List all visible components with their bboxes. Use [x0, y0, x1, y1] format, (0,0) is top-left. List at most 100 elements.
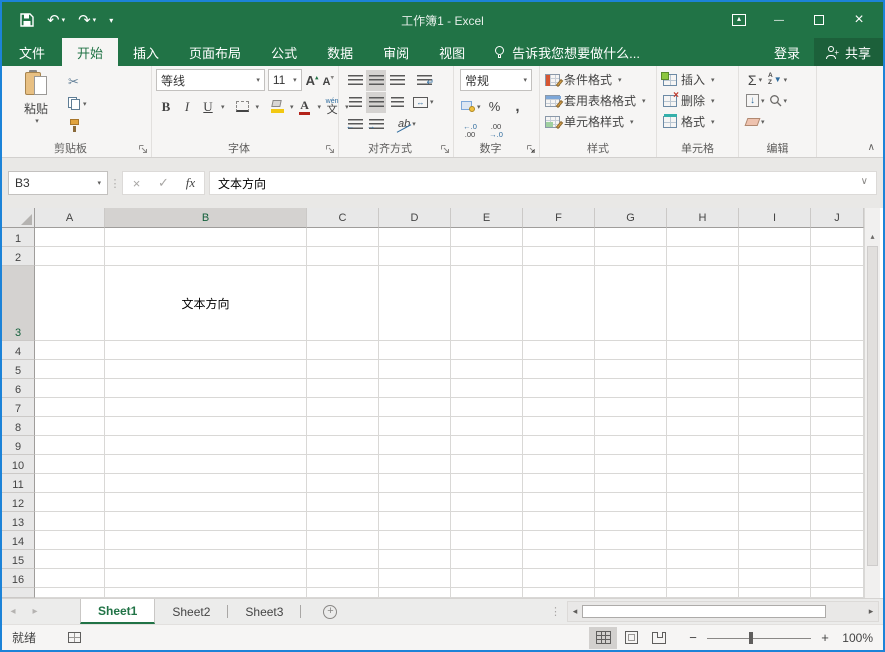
- cell[interactable]: [307, 569, 379, 588]
- cell[interactable]: [667, 266, 739, 341]
- increase-decimal-button[interactable]: ←.0.00: [460, 120, 480, 141]
- cell[interactable]: [307, 550, 379, 569]
- format-cells-button[interactable]: 格式 ▾: [663, 111, 734, 132]
- active-cell[interactable]: 文本方向: [105, 266, 307, 341]
- cell[interactable]: [523, 588, 595, 598]
- cell[interactable]: [105, 512, 307, 531]
- cell[interactable]: [379, 550, 451, 569]
- expand-formula-bar-icon[interactable]: ∨: [861, 176, 868, 187]
- cell[interactable]: [451, 474, 523, 493]
- scroll-up-button[interactable]: ▴: [865, 228, 880, 245]
- row-header[interactable]: 14: [2, 531, 35, 550]
- cell[interactable]: [739, 436, 811, 455]
- row-header[interactable]: 15: [2, 550, 35, 569]
- cell[interactable]: [811, 531, 864, 550]
- cell[interactable]: [667, 417, 739, 436]
- cell[interactable]: [811, 247, 864, 266]
- cell[interactable]: [307, 247, 379, 266]
- cell[interactable]: [379, 436, 451, 455]
- row-header[interactable]: 13: [2, 512, 35, 531]
- redo-button[interactable]: ↷ ▾: [78, 13, 96, 28]
- tab-formulas[interactable]: 公式: [256, 38, 312, 66]
- cell[interactable]: [667, 512, 739, 531]
- share-button[interactable]: + 共享: [814, 38, 883, 66]
- cell[interactable]: [811, 550, 864, 569]
- cell[interactable]: [307, 531, 379, 550]
- accounting-format-button[interactable]: ▾: [460, 96, 482, 117]
- cell[interactable]: [35, 531, 105, 550]
- minimize-button[interactable]: —: [759, 2, 799, 38]
- sign-in-button[interactable]: 登录: [760, 38, 814, 66]
- cell[interactable]: [667, 550, 739, 569]
- cell[interactable]: [379, 398, 451, 417]
- cell[interactable]: [739, 569, 811, 588]
- cell[interactable]: [811, 493, 864, 512]
- row-header[interactable]: 5: [2, 360, 35, 379]
- cell[interactable]: [595, 474, 667, 493]
- cell[interactable]: [811, 569, 864, 588]
- zoom-in-button[interactable]: +: [819, 630, 831, 645]
- horizontal-scrollbar[interactable]: ◂ ▸: [567, 601, 879, 622]
- cell[interactable]: [35, 228, 105, 247]
- row-header[interactable]: 10: [2, 455, 35, 474]
- tab-file[interactable]: 文件: [2, 38, 62, 66]
- cell[interactable]: [451, 588, 523, 598]
- cell[interactable]: [451, 247, 523, 266]
- cell[interactable]: [35, 436, 105, 455]
- cell[interactable]: [307, 360, 379, 379]
- bold-button[interactable]: B: [156, 96, 176, 117]
- cell[interactable]: [595, 588, 667, 598]
- column-header[interactable]: D: [379, 208, 451, 228]
- add-sheet-button[interactable]: +: [323, 599, 337, 624]
- tab-review[interactable]: 审阅: [368, 38, 424, 66]
- column-header[interactable]: A: [35, 208, 105, 228]
- cell[interactable]: [739, 493, 811, 512]
- row-header[interactable]: [2, 588, 35, 598]
- row-header[interactable]: 6: [2, 379, 35, 398]
- cell[interactable]: [667, 493, 739, 512]
- column-header[interactable]: J: [811, 208, 864, 228]
- clear-button[interactable]: ▾: [745, 111, 766, 132]
- merge-center-button[interactable]: ↔▾: [408, 92, 435, 113]
- cell[interactable]: [35, 588, 105, 598]
- cell[interactable]: [105, 247, 307, 266]
- cell[interactable]: [595, 455, 667, 474]
- cell[interactable]: [595, 569, 667, 588]
- ribbon-display-options-button[interactable]: ▴: [719, 2, 759, 38]
- cell[interactable]: [35, 417, 105, 436]
- cell[interactable]: [667, 436, 739, 455]
- cell[interactable]: [811, 417, 864, 436]
- cell[interactable]: [523, 247, 595, 266]
- top-align-button[interactable]: [345, 70, 365, 91]
- collapse-ribbon-button[interactable]: ∧: [868, 142, 875, 153]
- cell[interactable]: [307, 398, 379, 417]
- sheet-nav-right-button[interactable]: ▸: [24, 599, 46, 624]
- cell[interactable]: [595, 550, 667, 569]
- cancel-button[interactable]: ×: [123, 172, 150, 194]
- cell[interactable]: [811, 436, 864, 455]
- insert-function-button[interactable]: fx: [177, 172, 204, 194]
- cell[interactable]: [35, 474, 105, 493]
- cell[interactable]: [739, 228, 811, 247]
- cell[interactable]: [307, 493, 379, 512]
- cell[interactable]: [105, 379, 307, 398]
- cell[interactable]: [739, 531, 811, 550]
- formula-input[interactable]: 文本方向 ∨: [209, 171, 877, 195]
- cell[interactable]: [811, 341, 864, 360]
- align-right-button[interactable]: [387, 92, 407, 113]
- cell[interactable]: [105, 341, 307, 360]
- orientation-button[interactable]: ab▾: [387, 114, 417, 135]
- cell[interactable]: [307, 417, 379, 436]
- cell[interactable]: [595, 247, 667, 266]
- cell[interactable]: [739, 247, 811, 266]
- cell[interactable]: [105, 474, 307, 493]
- cell[interactable]: [105, 493, 307, 512]
- cell[interactable]: [379, 512, 451, 531]
- cell[interactable]: [451, 398, 523, 417]
- cell[interactable]: [35, 512, 105, 531]
- underline-button[interactable]: U: [198, 96, 218, 117]
- column-header[interactable]: B: [105, 208, 307, 228]
- row-header[interactable]: 1: [2, 228, 35, 247]
- cell[interactable]: [811, 266, 864, 341]
- decrease-font-size-button[interactable]: A▾: [323, 73, 334, 88]
